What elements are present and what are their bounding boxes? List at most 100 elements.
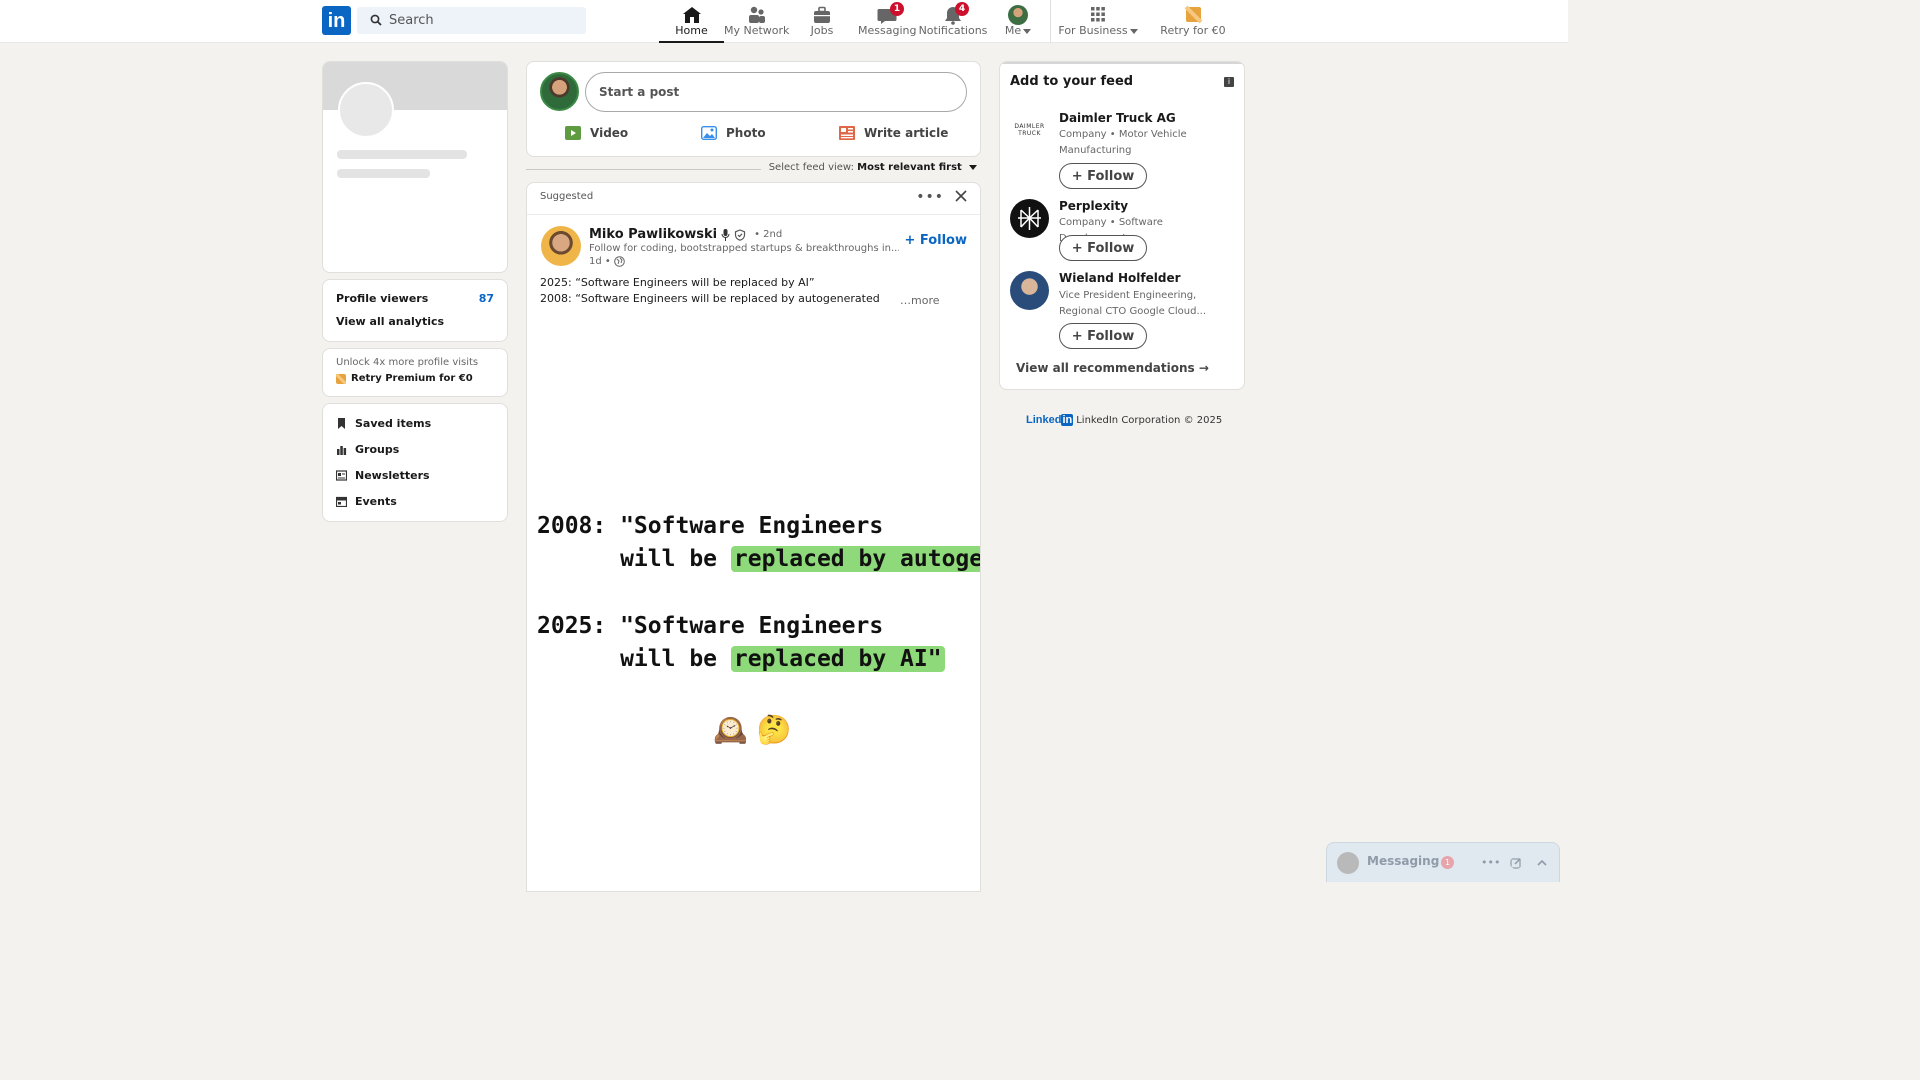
nav-for-business-label: For Business <box>1056 24 1140 37</box>
photo-icon <box>701 126 717 140</box>
calendar-icon <box>336 496 347 507</box>
messaging-avatar <box>1337 852 1359 874</box>
profile-avatar[interactable] <box>338 82 394 138</box>
nav-home-label: Home <box>675 24 708 37</box>
premium-teaser: Unlock 4x more profile visits <box>336 357 479 368</box>
meme-2025-mid: will be <box>537 646 731 672</box>
rec-desc-wieland: Vice President Engineering, Regional CTO… <box>1059 290 1207 317</box>
nav-notifications[interactable]: 4 Notifications <box>918 0 988 43</box>
newsletters-link[interactable]: Newsletters <box>336 469 430 482</box>
rec-name-wieland[interactable]: Wieland Holfelder <box>1059 271 1181 285</box>
compose-icon[interactable] <box>1507 854 1525 872</box>
events-label: Events <box>355 495 397 508</box>
nav-my-network[interactable]: My Network <box>724 0 789 43</box>
footer-logo[interactable]: Linkedin <box>1026 414 1074 426</box>
newsletter-icon <box>336 470 347 481</box>
view-analytics-link[interactable]: View all analytics <box>336 315 444 328</box>
premium-card[interactable]: Unlock 4x more profile visits Retry Prem… <box>322 348 508 397</box>
groups-label: Groups <box>355 443 400 456</box>
write-article-button[interactable]: Write article <box>839 124 948 142</box>
profile-name-placeholder <box>337 150 467 159</box>
follow-perplexity-button[interactable]: + Follow <box>1059 235 1147 261</box>
see-more-link[interactable]: …more <box>900 294 940 307</box>
article-label: Write article <box>864 126 949 140</box>
nav-jobs[interactable]: Jobs <box>796 0 848 43</box>
footer: Linkedin LinkedIn Corporation © 2025 <box>1026 414 1222 426</box>
me-avatar <box>1008 5 1028 25</box>
nav-me[interactable]: Me <box>996 0 1040 43</box>
more-options-icon[interactable]: ••• <box>916 189 944 205</box>
nav-for-business[interactable]: For Business <box>1056 0 1140 43</box>
groups-icon <box>337 446 347 455</box>
profile-headline-placeholder <box>337 169 430 178</box>
home-icon <box>682 7 701 23</box>
article-icon <box>839 126 855 140</box>
nav-my-network-label: My Network <box>724 24 790 37</box>
notifications-badge: 4 <box>955 2 969 16</box>
post-image[interactable]: 2008: "Software Engineers will be replac… <box>527 317 980 891</box>
profile-card <box>322 61 508 273</box>
profile-viewers-link[interactable]: Profile viewers <box>336 292 428 305</box>
nav-retry-label: Retry for €0 <box>1160 24 1226 37</box>
meme-emoji: 🕰️ 🤔 <box>713 713 792 746</box>
nav-retry-premium[interactable]: Retry for €0 <box>1158 0 1228 43</box>
close-icon[interactable] <box>954 189 968 203</box>
footer-logo-in: in <box>1061 414 1074 426</box>
meme-2008-line-2: will be replaced by autogen" <box>537 546 980 572</box>
rec-name-perplexity[interactable]: Perplexity <box>1059 199 1128 213</box>
chevron-up-icon[interactable] <box>1533 854 1551 872</box>
daimler-logo-text: DAIMLER TRUCK <box>1014 122 1045 137</box>
follow-author-button[interactable]: + Follow <box>904 233 967 248</box>
newsletters-label: Newsletters <box>355 469 430 482</box>
premium-cta[interactable]: Retry Premium for €0 <box>336 373 473 384</box>
messaging-title[interactable]: Messaging <box>1367 854 1439 868</box>
rec-name-daimler[interactable]: Daimler Truck AG <box>1059 111 1176 125</box>
perplexity-logo[interactable] <box>1010 199 1049 238</box>
author-name[interactable]: Miko Pawlikowski <box>589 227 717 242</box>
feed-sort-label: Select feed view: <box>768 162 854 173</box>
add-video-button[interactable]: Video <box>565 124 628 142</box>
footer-logo-linked: Linked <box>1026 414 1062 426</box>
nav-messaging-label: Messaging <box>858 24 917 37</box>
linkedin-logo[interactable]: in <box>322 6 351 35</box>
feed-sort-divider <box>526 169 761 170</box>
add-to-feed-title: Add to your feed <box>1010 74 1134 89</box>
verified-shield-icon <box>735 228 746 241</box>
meme-2008-mid: will be <box>537 546 731 572</box>
nav-notifications-label: Notifications <box>918 24 988 37</box>
network-icon <box>748 6 765 23</box>
start-post-button[interactable]: Start a post <box>585 72 967 112</box>
meme-2025-highlight: replaced by AI" <box>730 646 945 672</box>
messaging-overlay[interactable]: Messaging 1 ••• <box>1326 842 1560 882</box>
author-name-row: Miko Pawlikowski • 2nd <box>589 227 782 242</box>
saved-items-link[interactable]: Saved items <box>336 417 431 430</box>
saved-items-label: Saved items <box>355 417 432 430</box>
feed-sort: Select feed view: Most relevant first <box>526 162 980 176</box>
messaging-badge: 1 <box>890 2 904 16</box>
microphone-icon <box>721 228 730 241</box>
feed-sort-dropdown[interactable]: Select feed view: Most relevant first <box>769 162 977 173</box>
nav-home[interactable]: Home <box>659 0 724 43</box>
author-avatar[interactable] <box>541 226 581 266</box>
groups-link[interactable]: Groups <box>336 443 399 456</box>
search-input[interactable] <box>389 7 579 34</box>
info-icon[interactable]: i <box>1224 77 1234 87</box>
nav-messaging[interactable]: 1 Messaging <box>858 0 916 43</box>
premium-cta-label: Retry Premium for €0 <box>351 373 473 384</box>
wieland-avatar[interactable] <box>1010 271 1049 310</box>
author-headline: Follow for coding, bootstrapped startups… <box>589 243 899 254</box>
my-avatar[interactable] <box>540 72 579 111</box>
follow-daimler-button[interactable]: + Follow <box>1059 163 1147 189</box>
events-link[interactable]: Events <box>336 495 397 508</box>
video-label: Video <box>590 126 629 140</box>
add-photo-button[interactable]: Photo <box>701 124 766 142</box>
bookmark-icon <box>338 418 345 429</box>
search-box[interactable] <box>357 7 586 34</box>
follow-wieland-button[interactable]: + Follow <box>1059 323 1147 349</box>
chevron-down-icon <box>1129 28 1138 34</box>
more-options-icon[interactable]: ••• <box>1481 854 1500 872</box>
photo-label: Photo <box>726 126 766 140</box>
view-all-recommendations-link[interactable]: View all recommendations → <box>1016 361 1209 375</box>
daimler-logo[interactable]: DAIMLER TRUCK <box>1010 110 1049 149</box>
profile-viewers-count[interactable]: 87 <box>479 292 494 305</box>
